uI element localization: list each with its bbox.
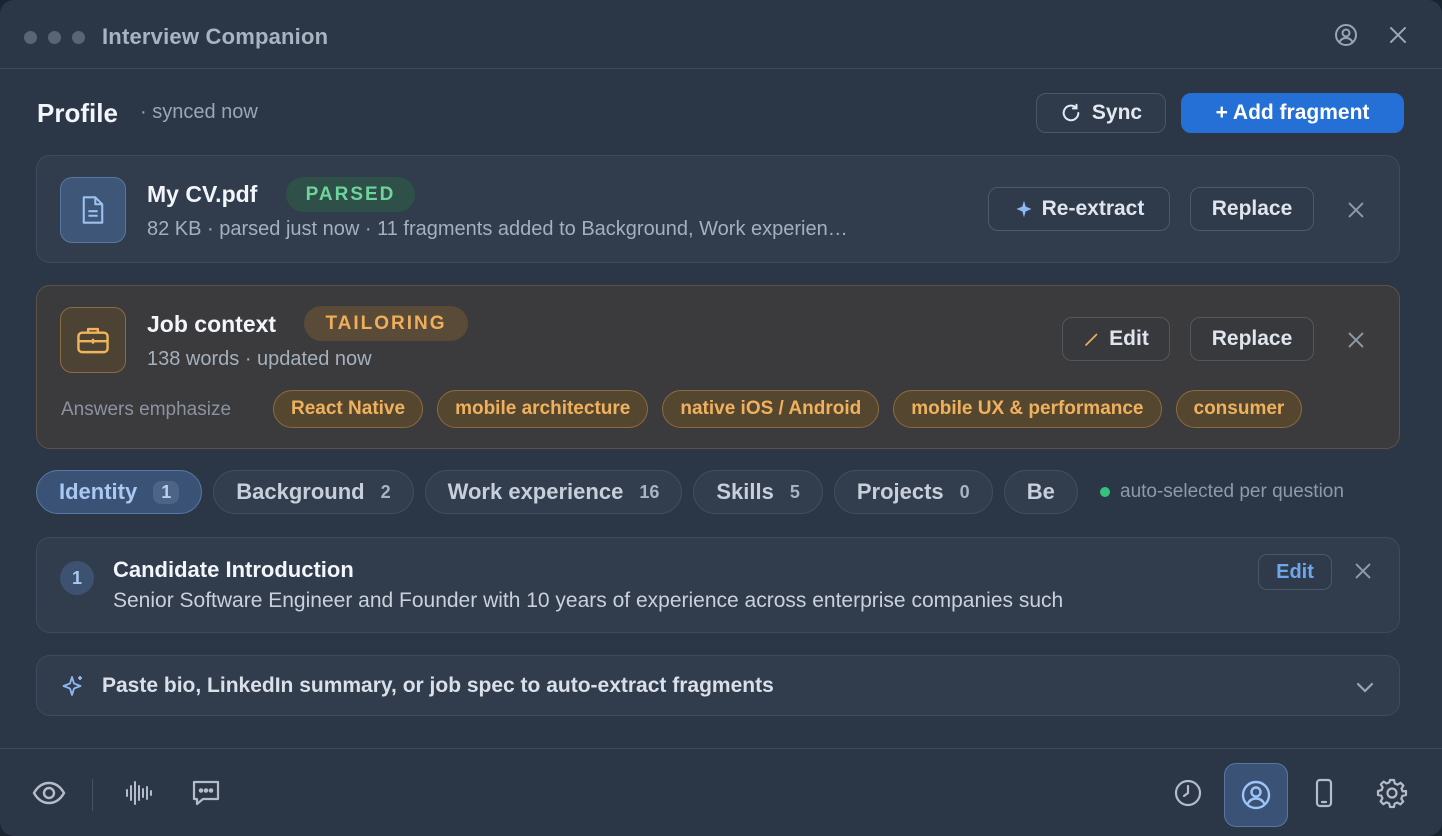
job-context-card: Job context TAILORING 138 words · update… bbox=[36, 285, 1400, 449]
sparkle-icon bbox=[61, 674, 85, 698]
auto-selected-text: auto-selected per question bbox=[1120, 481, 1344, 502]
tab-label: Be bbox=[1026, 479, 1055, 504]
tab-skills[interactable]: Skills 5 bbox=[693, 470, 823, 514]
tab-count: 0 bbox=[959, 481, 970, 502]
emphasis-chip[interactable]: mobile architecture bbox=[437, 390, 649, 428]
edit-fragment-button[interactable]: Edit bbox=[1258, 554, 1332, 590]
toolbar-divider bbox=[92, 779, 93, 811]
profile-icon[interactable] bbox=[1224, 763, 1288, 827]
emphasize-label: Answers emphasize bbox=[61, 399, 232, 420]
page-title: Profile bbox=[37, 98, 118, 128]
phone-icon[interactable] bbox=[1308, 777, 1340, 809]
replace-job-button[interactable]: Replace bbox=[1190, 317, 1314, 361]
title-bar: Interview Companion bbox=[0, 0, 1442, 69]
tab-label: Projects bbox=[856, 479, 944, 504]
cv-filename: My CV.pdf bbox=[147, 181, 258, 207]
window-controls[interactable] bbox=[24, 31, 85, 44]
re-extract-button[interactable]: Re-extract bbox=[988, 187, 1170, 231]
tab-more[interactable]: Be bbox=[1003, 470, 1078, 514]
window-dot[interactable] bbox=[24, 31, 37, 44]
edit-job-button[interactable]: Edit bbox=[1062, 317, 1170, 361]
tab-count: 16 bbox=[639, 481, 660, 502]
eye-icon[interactable] bbox=[32, 777, 66, 809]
add-fragment-button[interactable]: + Add fragment bbox=[1181, 93, 1404, 133]
re-extract-label: Re-extract bbox=[1041, 197, 1145, 220]
emphasis-chip[interactable]: consumer bbox=[1175, 390, 1303, 428]
category-tabs: Identity 1 Background 2 Work experience … bbox=[36, 470, 1088, 516]
sync-button[interactable]: Sync bbox=[1036, 93, 1166, 133]
remove-cv-icon[interactable] bbox=[1345, 199, 1367, 221]
auto-selected-indicator: auto-selected per question bbox=[1100, 481, 1344, 503]
pencil-icon bbox=[1085, 333, 1098, 346]
cv-card: My CV.pdf PARSED 82 KB · parsed just now… bbox=[36, 155, 1400, 263]
account-icon[interactable] bbox=[1334, 23, 1358, 47]
tab-background[interactable]: Background 2 bbox=[213, 470, 414, 514]
gear-icon[interactable] bbox=[1376, 777, 1408, 809]
paste-extract-panel[interactable]: Paste bio, LinkedIn summary, or job spec… bbox=[36, 655, 1400, 716]
tab-count: 2 bbox=[380, 481, 391, 502]
fragment-title: Candidate Introduction bbox=[113, 557, 354, 582]
remove-fragment-icon[interactable] bbox=[1352, 560, 1374, 582]
close-icon[interactable] bbox=[1386, 23, 1410, 47]
chevron-down-icon[interactable] bbox=[1353, 675, 1377, 699]
emphasis-chip[interactable]: React Native bbox=[273, 390, 424, 428]
fragment-text: Senior Software Engineer and Founder wit… bbox=[113, 589, 1064, 612]
paste-label: Paste bio, LinkedIn summary, or job spec… bbox=[102, 674, 774, 697]
tab-work-experience[interactable]: Work experience 16 bbox=[424, 470, 683, 514]
document-icon bbox=[60, 177, 126, 243]
fragment-number: 1 bbox=[60, 561, 94, 595]
app-window: Interview Companion Profile · synced now… bbox=[0, 0, 1442, 836]
job-context-title: Job context bbox=[147, 311, 277, 337]
window-title: Interview Companion bbox=[102, 24, 329, 49]
tab-label: Work experience bbox=[447, 479, 624, 504]
window-dot[interactable] bbox=[48, 31, 61, 44]
bottom-toolbar bbox=[0, 748, 1442, 836]
fragment-card: 1 Candidate Introduction Senior Software… bbox=[36, 537, 1400, 633]
status-dot bbox=[1100, 487, 1110, 497]
cv-details: 82 KB · parsed just now · 11 fragments a… bbox=[147, 218, 848, 240]
emphasis-chip[interactable]: native iOS / Android bbox=[662, 390, 880, 428]
replace-cv-button[interactable]: Replace bbox=[1190, 187, 1314, 231]
tab-count: 1 bbox=[153, 480, 180, 504]
waveform-icon[interactable] bbox=[122, 777, 154, 809]
history-icon[interactable] bbox=[1172, 777, 1204, 809]
tab-projects[interactable]: Projects 0 bbox=[833, 470, 993, 514]
sync-status: · synced now bbox=[140, 101, 258, 123]
tab-count: 5 bbox=[789, 481, 800, 502]
remove-job-icon[interactable] bbox=[1345, 329, 1367, 351]
window-dot[interactable] bbox=[72, 31, 85, 44]
emphasis-chip[interactable]: mobile UX & performance bbox=[893, 390, 1162, 428]
sync-label: Sync bbox=[1091, 101, 1143, 124]
sparkle-icon bbox=[1016, 200, 1032, 218]
tab-label: Identity bbox=[59, 479, 138, 504]
tailoring-badge: TAILORING bbox=[304, 306, 468, 341]
tab-identity[interactable]: Identity 1 bbox=[36, 470, 203, 514]
chat-icon[interactable] bbox=[190, 777, 222, 809]
emphasis-chips: React Native mobile architecture native … bbox=[273, 390, 1377, 430]
briefcase-icon bbox=[60, 307, 126, 373]
parsed-badge: PARSED bbox=[286, 177, 415, 212]
tab-label: Background bbox=[236, 479, 365, 504]
refresh-icon bbox=[1062, 103, 1080, 122]
job-context-details: 138 words · updated now bbox=[147, 348, 372, 370]
tab-label: Skills bbox=[716, 479, 774, 504]
edit-job-label: Edit bbox=[1109, 327, 1149, 350]
